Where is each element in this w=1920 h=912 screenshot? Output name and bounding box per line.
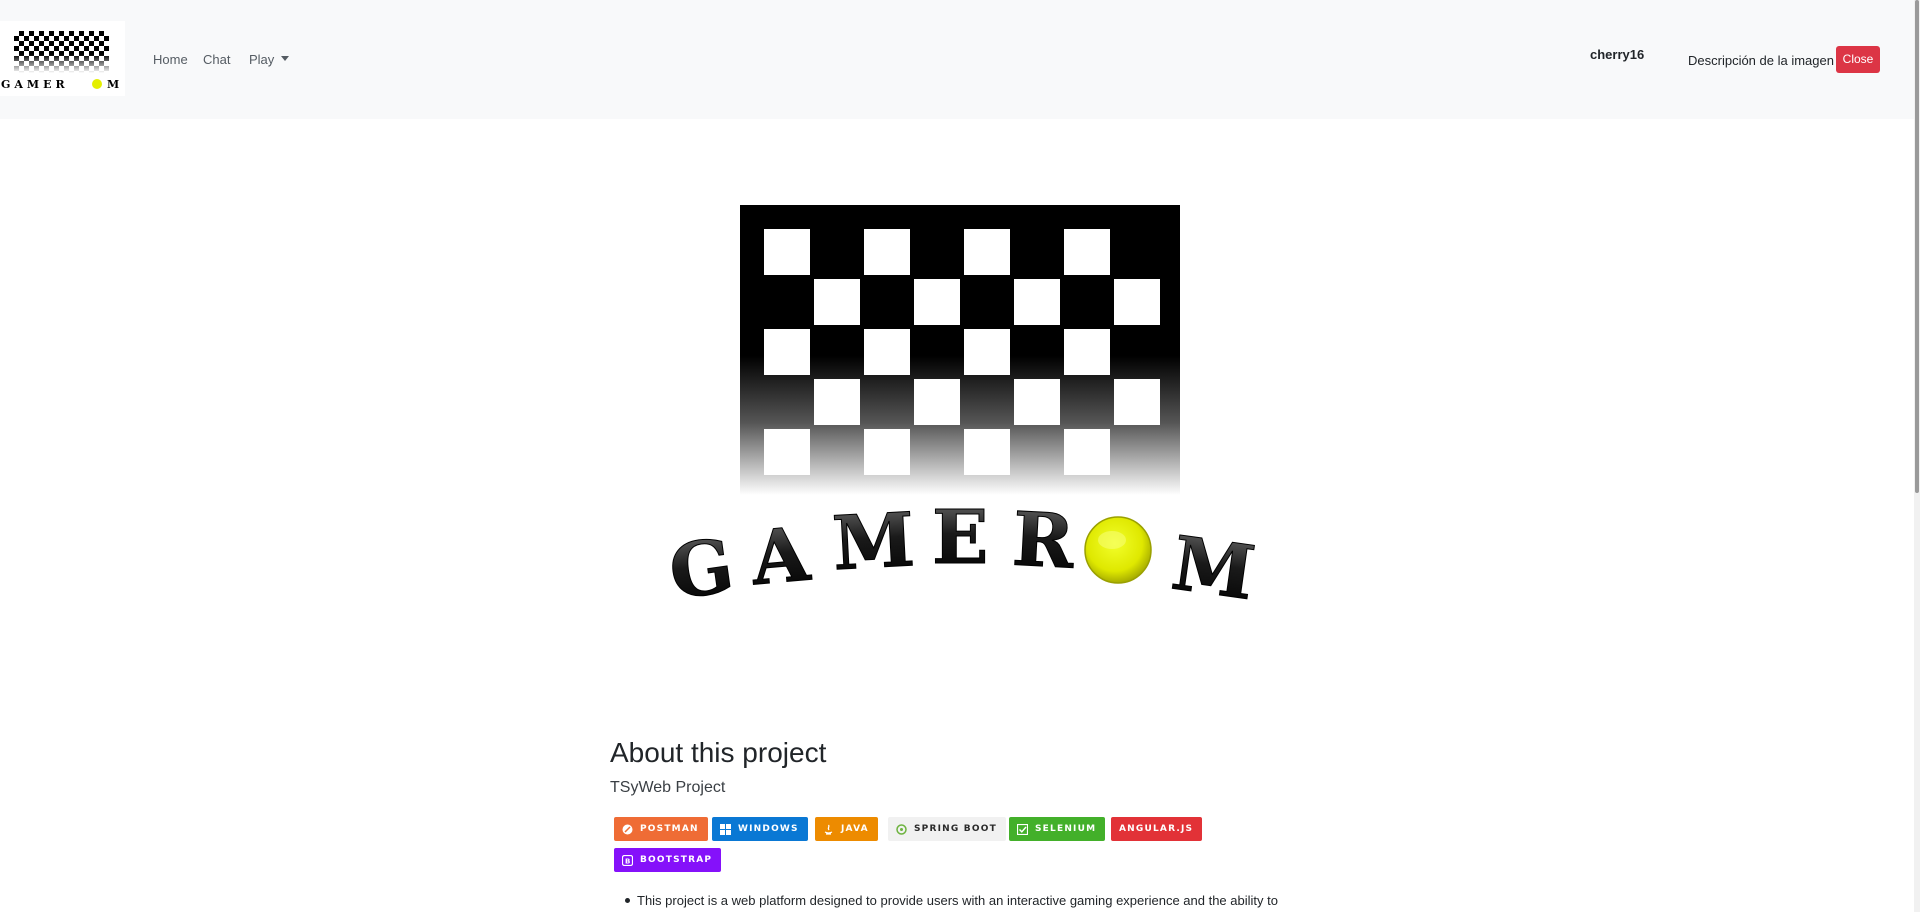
board-square (1064, 429, 1110, 475)
gamerom-hero-logo-icon: G A M E R M (664, 205, 1260, 618)
image-description: Descripción de la imagen (1688, 53, 1834, 68)
board-square (964, 429, 1010, 475)
badge-label: ANGULAR.JS (1119, 824, 1194, 834)
nav-play-dropdown[interactable]: Play (249, 52, 290, 68)
project-description: This project is a web platform designed … (637, 893, 1278, 908)
board-square (864, 329, 910, 375)
close-button[interactable]: Close (1836, 46, 1880, 73)
list-bullet (625, 898, 630, 903)
chevron-down-icon (281, 56, 290, 61)
spring-icon (896, 823, 907, 835)
navbar-logo[interactable]: GAMER M (0, 21, 125, 96)
board-square (814, 279, 860, 325)
hero-logo-text: G A M E R M (664, 495, 1260, 618)
svg-text:GAMER: GAMER (1, 78, 69, 91)
svg-text:M: M (830, 497, 916, 587)
badge-angularjs[interactable]: ANGULAR.JS (1111, 817, 1203, 841)
windows-icon (720, 823, 731, 835)
java-icon (823, 824, 834, 835)
svg-text:M: M (107, 78, 119, 91)
svg-text:R: R (1010, 497, 1076, 586)
navbar-logo-text: GAMER M (1, 78, 119, 91)
svg-text:M: M (1167, 521, 1260, 610)
board-square (1014, 279, 1060, 325)
gamerom-logo-icon: GAMER M (1, 31, 119, 91)
board-square (1114, 279, 1160, 325)
svg-text:A: A (747, 511, 814, 602)
navbar: GAMER M Home Chat Play cherry16 Descripc… (0, 0, 1914, 119)
board-square (914, 279, 960, 325)
scrollbar-thumb[interactable] (1915, 0, 1919, 493)
badge-label: POSTMAN (640, 824, 699, 834)
hero-logo: G A M E R M (660, 200, 1260, 618)
board-square (914, 379, 960, 425)
nav-home-link[interactable]: Home (153, 52, 188, 68)
about-subtitle: TSyWeb Project (610, 779, 726, 796)
board-square (964, 229, 1010, 275)
scrollbar[interactable] (1914, 0, 1920, 912)
board-square (764, 229, 810, 275)
badge-label: WINDOWS (738, 824, 799, 834)
board-square (1064, 229, 1110, 275)
board-square (1064, 329, 1110, 375)
username: cherry16 (1590, 47, 1645, 62)
badge-java[interactable]: JAVA (815, 817, 878, 841)
selenium-icon (1016, 823, 1029, 835)
board-square (964, 329, 1010, 375)
board-square (1014, 379, 1060, 425)
board-square (1114, 379, 1160, 425)
board-square (814, 379, 860, 425)
badge-spring-boot[interactable]: SPRING BOOT (888, 817, 1006, 841)
bootstrap-icon: B (621, 854, 634, 866)
badge-postman[interactable]: POSTMAN (614, 817, 708, 841)
board-square (764, 329, 810, 375)
badge-label: BOOTSTRAP (640, 855, 713, 865)
nav-play-label: Play (249, 52, 275, 67)
postman-icon (622, 824, 633, 835)
board-square (764, 429, 810, 475)
badge-selenium[interactable]: SELENIUM (1009, 817, 1106, 841)
page: GAMER M Home Chat Play cherry16 Descripc… (0, 0, 1920, 912)
board-square (864, 429, 910, 475)
yellow-ball-icon (1084, 516, 1152, 584)
about-title: About this project (610, 737, 827, 768)
svg-text:E: E (932, 495, 988, 581)
svg-text:B: B (625, 857, 632, 865)
badge-label: SELENIUM (1035, 824, 1097, 834)
nav-chat-link[interactable]: Chat (203, 52, 230, 68)
badge-label: SPRING BOOT (914, 824, 997, 834)
board-square (864, 229, 910, 275)
badge-label: JAVA (841, 824, 869, 834)
badge-windows[interactable]: WINDOWS (712, 817, 808, 841)
badge-bootstrap[interactable]: B BOOTSTRAP (614, 848, 722, 872)
svg-text:G: G (664, 523, 739, 610)
